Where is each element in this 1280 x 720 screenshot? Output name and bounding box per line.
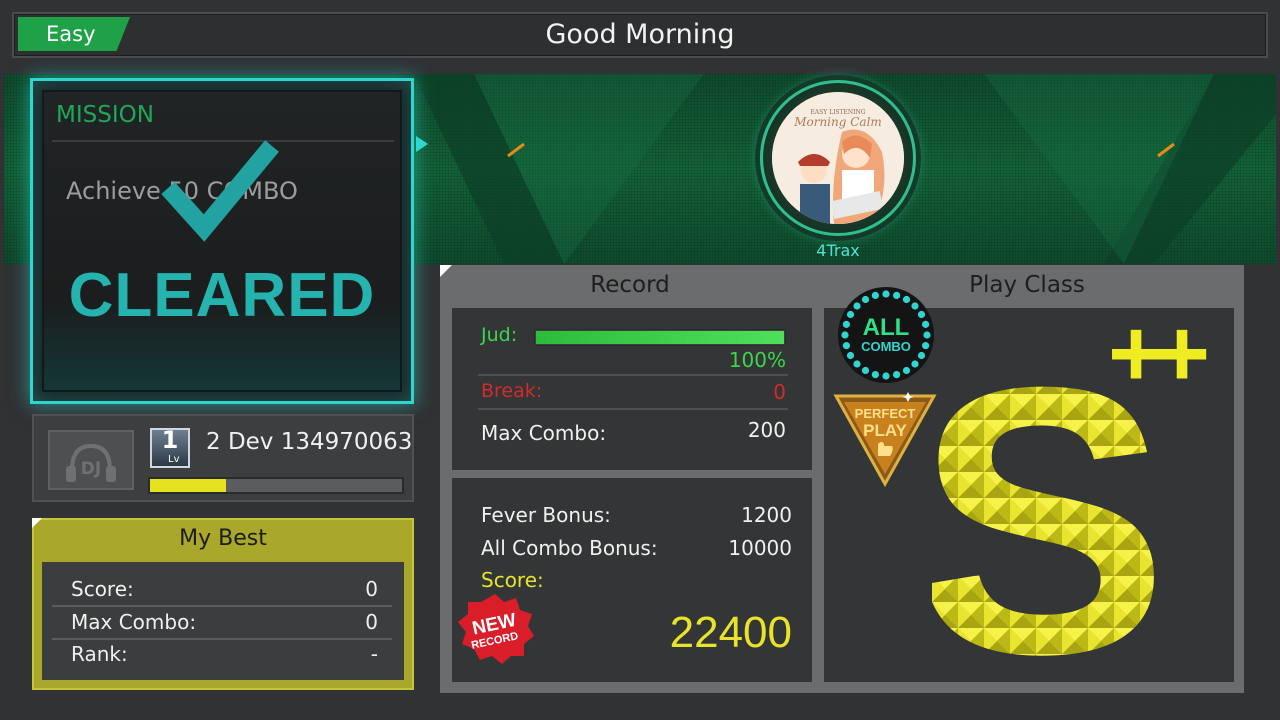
my-best-score-label: Score:: [71, 577, 134, 601]
grade-emblem: S ++: [932, 316, 1217, 678]
jud-bar-fill: [536, 331, 784, 344]
mission-heading: MISSION: [56, 102, 154, 128]
medal-ring-dot: [902, 366, 911, 375]
row-divider: [478, 374, 788, 376]
new-record-badge: NEW RECORD: [458, 594, 534, 664]
record-title: Record: [590, 272, 670, 298]
dj-avatar: DJ: [48, 430, 134, 490]
score-value: 22400: [669, 608, 792, 657]
jud-percent: 100%: [728, 348, 786, 372]
player-name: 2 Dev 134970063: [206, 429, 413, 455]
medal-ring-dot: [853, 360, 861, 368]
medal-ring-dot: [917, 351, 926, 360]
medal-ring-dot: [846, 351, 855, 360]
medal-ring-dot: [882, 290, 890, 298]
cleared-stamp: CLEARED: [69, 262, 376, 324]
medal-ring-dot: [911, 360, 919, 368]
my-best-rank-label: Rank:: [71, 642, 128, 666]
medal-ring-dot: [902, 295, 911, 304]
jacket-label: 4Trax: [816, 241, 860, 260]
medal-ring-dot: [842, 342, 850, 350]
max-combo-label: Max Combo:: [481, 421, 607, 445]
headphones-icon: DJ: [66, 443, 116, 482]
svg-text:DJ: DJ: [81, 459, 101, 479]
medal-ring-dot: [911, 302, 919, 310]
medal-ring-dot: [882, 372, 890, 380]
exp-bar-fill: [150, 479, 226, 492]
song-title: Good Morning: [545, 19, 735, 50]
medal-ring-dot: [917, 310, 926, 319]
medal-ring-dot: [893, 371, 901, 379]
grade-suffix: ++: [1108, 316, 1207, 407]
svg-text:Morning Calm: Morning Calm: [793, 115, 882, 129]
medal-ring-dot: [922, 342, 930, 350]
all-combo-medal: ALL COMBO: [838, 287, 934, 383]
my-best-rank-value: -: [370, 642, 378, 666]
score-label: Score:: [481, 568, 544, 592]
medal-ring-dot: [922, 320, 930, 328]
row-divider: [52, 638, 392, 640]
medal-ring-dot: [861, 366, 870, 375]
my-best-title: My Best: [179, 526, 267, 551]
checkmark-icon: [161, 140, 279, 242]
svg-text:CLEARED: CLEARED: [69, 262, 376, 324]
medal-ring-dot: [923, 331, 931, 339]
svg-text:ALL: ALL: [863, 314, 910, 341]
album-jacket: EASY LISTENING Morning Calm: [772, 92, 904, 224]
my-best-score-value: 0: [365, 577, 378, 601]
album-art-illustration: EASY LISTENING Morning Calm: [772, 92, 904, 224]
jud-label: Jud:: [481, 324, 518, 346]
perfect-play-medal: PERFECT PLAY: [833, 392, 937, 488]
fever-bonus-label: Fever Bonus:: [481, 503, 611, 527]
medal-ring-dot: [861, 295, 870, 304]
medal-ring-dot: [842, 320, 850, 328]
level-number: 1: [161, 426, 179, 454]
level-tag: Lv: [168, 454, 180, 465]
svg-text:COMBO: COMBO: [861, 339, 911, 354]
medal-ring-dot: [893, 291, 901, 299]
all-combo-bonus-value: 10000: [728, 536, 792, 560]
row-divider: [478, 408, 788, 410]
break-value: 0: [773, 380, 786, 404]
medal-ring-dot: [871, 371, 879, 379]
break-label: Break:: [481, 380, 543, 402]
my-best-max-combo-value: 0: [365, 610, 378, 634]
medal-ring-dot: [853, 302, 861, 310]
medal-ring-dot: [871, 291, 879, 299]
max-combo-value: 200: [747, 418, 786, 442]
all-combo-bonus-label: All Combo Bonus:: [481, 536, 658, 560]
fever-bonus-value: 1200: [741, 503, 792, 527]
svg-text:PERFECT: PERFECT: [855, 406, 916, 421]
medal-ring-dot: [841, 331, 849, 339]
medal-ring-dot: [846, 310, 855, 319]
svg-text:PLAY: PLAY: [863, 421, 907, 440]
row-divider: [52, 605, 392, 607]
my-best-max-combo-label: Max Combo:: [71, 610, 197, 634]
